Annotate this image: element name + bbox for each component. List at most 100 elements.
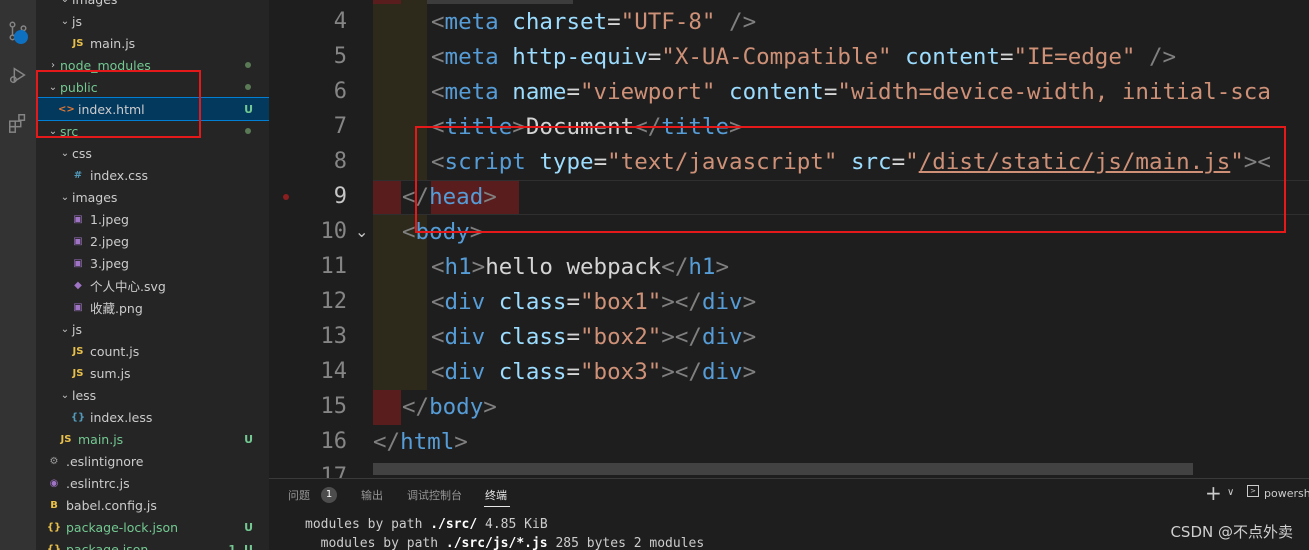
tree-item[interactable]: ◉ .eslintrc.js [36,472,269,494]
chevron-down-icon[interactable]: ⌄ [58,390,72,401]
line-number: 12 [320,289,348,314]
tab-terminal[interactable]: 终端 [485,487,507,503]
tree-item-label: count.js [90,343,140,359]
tab-output[interactable]: 输出 [361,487,383,503]
tree-item[interactable]: ◆ 个人中心.svg [36,274,269,296]
code-token: class [498,289,567,315]
json-file-icon: {} [46,521,62,533]
line-number: 6 [333,79,347,104]
tree-item[interactable]: ⌄ css [36,142,269,164]
line-number: 7 [333,114,347,139]
code-line[interactable]: <h1>hello webpack</h1> [431,250,729,285]
babel-icon: B [50,499,58,511]
code-token: = [566,359,581,385]
code-token: < [431,44,445,70]
code-line[interactable]: <div class="box2"></div> [431,320,756,355]
annotation-box-public [36,70,201,138]
code-token: div [444,359,486,385]
code-token: http-equiv [512,44,648,70]
tab-debug-console[interactable]: 调试控制台 [407,487,462,503]
git-status-dot [245,128,251,134]
line-number: 13 [320,324,348,349]
tree-item-label: 收藏.png [90,300,143,316]
code-token: ></ [661,359,702,385]
code-token: div [701,289,743,315]
eslint-icon: ◉ [49,477,59,489]
tree-item[interactable]: ⌄images [36,0,269,10]
tree-item[interactable]: ▣ 3.jpeg [36,252,269,274]
js-file-icon: JS [72,345,84,357]
tree-item[interactable]: {} package.json 1, U [36,538,269,550]
code-token: </ [402,394,430,420]
code-editor[interactable]: 4 5 6 7 8 9 10 11 12 13 14 15 16 17 ⌄ <meta charset="… [269,0,1309,478]
tree-item[interactable]: ▣ 收藏.png [36,296,269,318]
code-line[interactable]: <div class="box3"></div> [431,355,756,390]
shell-label[interactable]: powershe [1264,487,1309,500]
tree-item[interactable]: JS count.js [36,340,269,362]
active-tab-indicator [484,506,510,507]
tree-item[interactable]: ⌄images [36,186,269,208]
line-number: 15 [320,394,348,419]
tree-item-label: package-lock.json [66,519,179,535]
tree-item[interactable]: ⌄ js [36,318,269,340]
breakpoint-dot[interactable] [283,194,289,200]
code-token: hello webpack [485,254,662,280]
tree-item[interactable]: ▣ 2.jpeg [36,230,269,252]
horizontal-scrollbar[interactable] [373,463,1193,475]
code-token: name [512,79,567,105]
tree-item[interactable]: ⚙ .eslintignore [36,450,269,472]
shell-icon: > [1247,485,1259,497]
code-token: meta [444,44,499,70]
tree-item[interactable]: JS main.js [36,32,269,54]
add-terminal-icon[interactable]: + [1205,481,1222,505]
tab-problems[interactable]: 问题 [288,487,310,503]
git-status-badge: U [244,520,253,534]
code-token: h1 [444,254,472,280]
tree-item[interactable]: ⌄ less [36,384,269,406]
tree-item-label: less [72,387,97,403]
extensions-icon[interactable] [0,106,36,140]
code-token: > [471,254,486,280]
tree-item[interactable]: JS sum.js [36,362,269,384]
tree-item[interactable]: {} index.less [36,406,269,428]
tree-item-label: js [72,321,82,337]
tree-item[interactable]: ▣ 1.jpeg [36,208,269,230]
tree-item[interactable]: # index.css [36,164,269,186]
code-line[interactable]: <meta charset="UTF-8" /> [431,5,756,40]
deleted-marker [373,0,401,4]
chevron-down-icon[interactable]: ⌄ [58,324,72,335]
code-line[interactable]: </html> [373,425,468,460]
run-debug-icon[interactable] [0,58,36,92]
tree-item[interactable]: JS main.js U [36,428,269,450]
code-line[interactable]: <meta name="viewport" content="width=dev… [431,75,1271,110]
code-token: content [905,44,1000,70]
code-line[interactable]: </body> [402,390,497,425]
tree-item[interactable]: Bbabel.config.js [36,494,269,516]
tree-item[interactable]: ⌄ js [36,10,269,32]
code-line[interactable]: <div class="box1"></div> [431,285,756,320]
chevron-down-icon[interactable]: ⌄ [58,16,72,27]
code-token: < [431,254,445,280]
js-file-icon: JS [72,37,84,49]
chevron-down-icon[interactable]: ⌄ [58,148,72,159]
code-line[interactable]: <meta http-equiv="X-UA-Compatible" conte… [431,40,1176,75]
code-token: = [607,9,621,35]
chevron-down-icon[interactable]: ⌄ [58,192,72,203]
code-token: = [647,44,662,70]
line-number: 16 [320,429,348,454]
tree-item-label: 3.jpeg [90,255,129,271]
chevron-down-icon[interactable]: ⌄ [58,0,72,5]
tree-item-label: main.js [78,431,124,447]
tree-item[interactable]: {} package-lock.json U [36,516,269,538]
code-token: ></ [661,324,702,350]
code-token: "X-UA-Compatible" [661,44,892,70]
code-token: /> [729,9,757,35]
terminal-dropdown-icon[interactable]: ∨ [1227,487,1234,498]
chevron-right-icon[interactable]: › [46,60,60,71]
fold-chevron-icon[interactable]: ⌄ [355,222,368,241]
tree-item-label: js [72,13,82,29]
code-token: div [701,324,743,350]
tree-item-label: index.less [90,409,153,425]
